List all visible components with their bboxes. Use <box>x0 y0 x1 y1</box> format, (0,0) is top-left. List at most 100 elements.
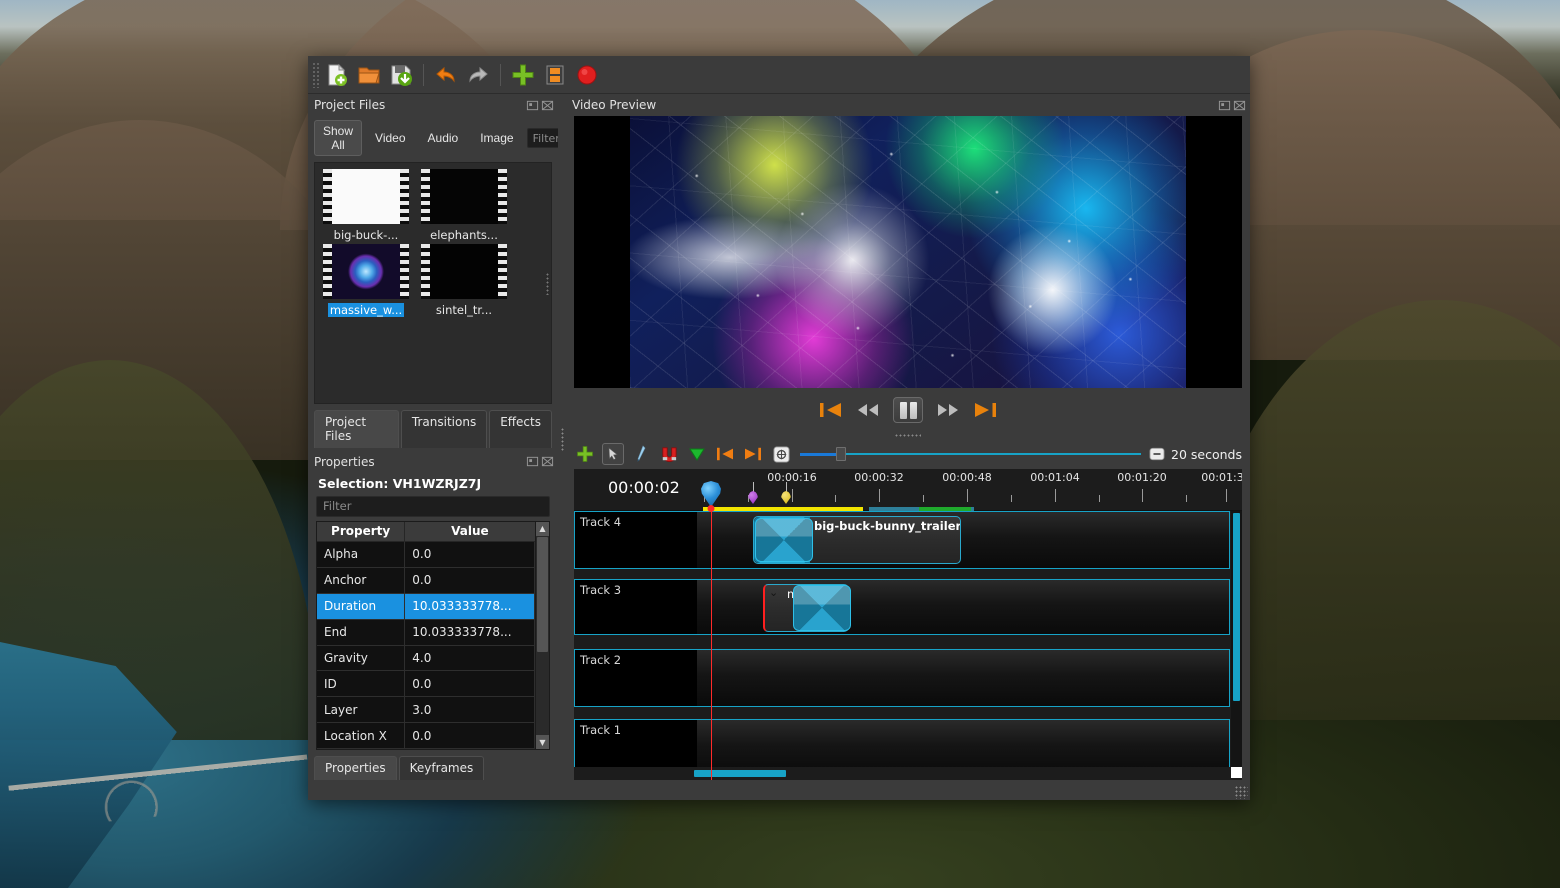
jump-to-end-button[interactable] <box>973 401 997 419</box>
export-video-button[interactable] <box>572 60 602 90</box>
properties-filter-input[interactable] <box>316 495 550 517</box>
project-file-item[interactable]: elephants... <box>417 169 511 242</box>
tab-project-files[interactable]: Project Files <box>314 409 399 448</box>
timeline-track-1[interactable]: Track 1 <box>574 719 1230 767</box>
timeline-track-4[interactable]: Track 4 ⌄ big-buck-bunny_trailer.webm <box>574 511 1230 569</box>
tab-transitions[interactable]: Transitions <box>400 409 488 448</box>
pause-button[interactable] <box>893 397 923 423</box>
table-row[interactable]: End 10.033333778... <box>317 619 535 646</box>
property-value[interactable]: 3.0 <box>404 696 535 724</box>
next-marker-button[interactable] <box>742 443 764 465</box>
jump-to-start-button[interactable] <box>819 401 843 419</box>
green-plus-icon <box>577 446 593 462</box>
scrollbar-thumb[interactable] <box>694 770 786 777</box>
table-row[interactable]: Gravity 4.0 <box>317 645 535 672</box>
project-files-panel-header: Project Files <box>308 94 558 116</box>
add-marker-button[interactable] <box>686 443 708 465</box>
timeline-transition[interactable] <box>755 518 813 562</box>
property-value[interactable]: 0.0 <box>404 670 535 698</box>
filter-audio-button[interactable]: Audio <box>419 127 468 149</box>
razor-blade-icon <box>637 445 646 462</box>
timeline-splitter[interactable] <box>566 432 1250 439</box>
timeline-ruler[interactable]: 00:00:02 00:00:16 00:00:32 00:00:48 00:0… <box>574 469 1242 511</box>
select-tool-button[interactable] <box>602 443 624 465</box>
properties-table-header-row: Property Value <box>317 521 535 542</box>
tab-properties[interactable]: Properties <box>314 756 397 780</box>
scrollbar-thumb[interactable] <box>537 536 548 653</box>
property-value[interactable]: 0.0 <box>404 722 535 749</box>
toolbar-drag-handle[interactable] <box>312 61 320 88</box>
snapping-button[interactable] <box>658 443 680 465</box>
close-panel-icon[interactable] <box>1233 99 1246 112</box>
rewind-button[interactable] <box>857 402 879 418</box>
properties-table: Property Value Alpha 0.0 Anchor 0.0 Dura… <box>317 521 535 750</box>
slider-knob[interactable] <box>836 447 846 461</box>
panel-title: Properties <box>314 454 375 469</box>
properties-scrollbar[interactable]: ▲ ▼ <box>535 521 549 749</box>
table-row-selected[interactable]: Duration 10.033333778... <box>317 593 535 620</box>
fast-forward-button[interactable] <box>937 402 959 418</box>
table-row[interactable]: ID 0.0 <box>317 670 535 698</box>
property-value[interactable]: 0.0 <box>404 567 535 594</box>
close-panel-icon[interactable] <box>541 455 554 468</box>
status-bar <box>308 786 1250 800</box>
project-file-item[interactable]: big-buck-... <box>319 169 413 242</box>
float-panel-icon[interactable] <box>526 455 539 468</box>
open-project-button[interactable] <box>354 60 384 90</box>
filter-image-button[interactable]: Image <box>471 127 522 149</box>
property-value[interactable]: 10.033333778... <box>404 619 535 646</box>
scroll-down-arrow-icon[interactable]: ▼ <box>536 735 549 749</box>
timeline-track-3[interactable]: Track 3 ⌄ m... <box>574 579 1230 635</box>
scrollbar-thumb[interactable] <box>1233 513 1240 701</box>
close-panel-icon[interactable] <box>541 99 554 112</box>
playhead-handle[interactable] <box>701 481 721 507</box>
table-row[interactable]: Layer 3.0 <box>317 696 535 724</box>
profile-button[interactable] <box>540 60 570 90</box>
video-preview-canvas[interactable] <box>574 116 1242 388</box>
left-dock-column: Project Files Show All Video Audio Image <box>308 94 589 786</box>
property-value[interactable]: 0.0 <box>404 541 535 568</box>
property-name: Location X <box>317 722 406 749</box>
filter-video-button[interactable]: Video <box>366 127 414 149</box>
float-panel-icon[interactable] <box>526 99 539 112</box>
filter-show-all-button[interactable]: Show All <box>314 120 363 156</box>
marker-purple[interactable] <box>748 482 758 504</box>
scroll-up-arrow-icon[interactable]: ▲ <box>536 521 549 536</box>
tab-keyframes[interactable]: Keyframes <box>398 756 485 780</box>
project-files-grid[interactable]: big-buck-... elephants... massive_w... s… <box>314 162 552 404</box>
main-toolbar <box>308 56 1250 94</box>
add-track-button[interactable] <box>574 443 596 465</box>
timeline-zoom-slider[interactable] <box>800 445 1142 463</box>
undo-button[interactable] <box>431 60 461 90</box>
import-files-button[interactable] <box>508 60 538 90</box>
timeline-track-2[interactable]: Track 2 <box>574 649 1230 707</box>
project-file-item[interactable]: massive_w... <box>319 244 413 317</box>
track-label: Track 3 <box>580 583 622 597</box>
property-value[interactable]: 10.033333778... <box>404 593 535 620</box>
save-project-button[interactable] <box>386 60 416 90</box>
new-project-button[interactable] <box>322 60 352 90</box>
table-row[interactable]: Anchor 0.0 <box>317 567 535 594</box>
panel-resize-handle[interactable] <box>546 273 549 296</box>
marker-yellow[interactable] <box>781 482 791 504</box>
table-row[interactable]: Location X 0.0 <box>317 722 535 749</box>
zoom-out-icon[interactable] <box>1149 447 1165 461</box>
razor-tool-button[interactable] <box>630 443 652 465</box>
property-value[interactable]: 4.0 <box>404 645 535 672</box>
previous-marker-button[interactable] <box>714 443 736 465</box>
scrollbar-track[interactable] <box>536 536 549 736</box>
redo-button[interactable] <box>463 60 493 90</box>
timeline-horizontal-scrollbar[interactable] <box>574 767 1242 780</box>
timeline-transition[interactable] <box>793 585 851 631</box>
project-files-tabstrip: Project Files Transitions Effects <box>308 404 558 448</box>
tab-effects[interactable]: Effects <box>489 409 552 448</box>
property-name: Alpha <box>317 541 406 568</box>
chevron-down-icon[interactable]: ⌄ <box>769 586 778 599</box>
vertical-splitter[interactable] <box>558 94 566 786</box>
timeline-vertical-scrollbar[interactable] <box>1231 511 1242 767</box>
window-resize-grip[interactable] <box>1235 786 1248 799</box>
center-playhead-button[interactable] <box>770 443 792 465</box>
table-row[interactable]: Alpha 0.0 <box>317 541 535 568</box>
project-file-item[interactable]: sintel_tr... <box>417 244 511 317</box>
float-panel-icon[interactable] <box>1218 99 1231 112</box>
